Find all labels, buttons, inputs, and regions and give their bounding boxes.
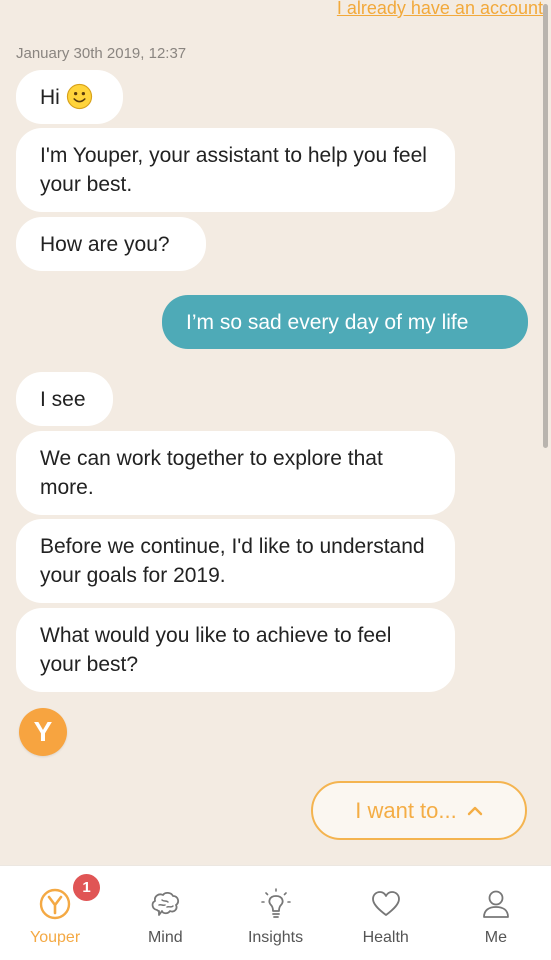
message-text: Hi xyxy=(40,86,60,109)
tab-label: Youper xyxy=(30,929,81,946)
message-text: I see xyxy=(40,388,86,411)
bottom-tab-bar: Youper 1 Mind Insights Health Me xyxy=(0,865,551,960)
notification-badge: 1 xyxy=(73,874,100,901)
tab-label: Me xyxy=(484,929,508,946)
person-icon xyxy=(483,890,509,918)
tab-label: Mind xyxy=(147,929,183,946)
tab-me[interactable]: Me xyxy=(441,866,551,960)
tab-mind[interactable]: Mind xyxy=(110,866,220,960)
chevron-up-icon xyxy=(467,806,482,815)
message-text: What would you like to achieve to feel y… xyxy=(40,624,392,676)
tab-insights[interactable]: Insights xyxy=(220,866,330,960)
tab-health[interactable]: Health xyxy=(331,866,441,960)
lightbulb-icon xyxy=(260,888,291,918)
youper-logo-icon xyxy=(39,888,71,920)
heart-icon xyxy=(371,891,400,916)
chat-timestamp: January 30th 2019, 12:37 xyxy=(16,45,187,62)
message-text: I'm Youper, your assistant to help you f… xyxy=(40,144,427,196)
message-text: How are you? xyxy=(40,233,170,256)
bot-message-bubble: We can work together to explore that mor… xyxy=(16,431,455,515)
smiley-face-icon xyxy=(66,83,92,110)
bot-message-bubble: Before we continue, I'd like to understa… xyxy=(16,519,455,603)
message-text: I’m so sad every day of my life xyxy=(186,311,469,334)
user-message-bubble: I’m so sad every day of my life xyxy=(162,295,528,349)
youper-avatar: Y xyxy=(19,708,67,756)
bot-message-bubble: I see xyxy=(16,372,113,426)
bot-message-bubble: Hi xyxy=(16,70,123,124)
brain-icon xyxy=(151,891,180,916)
bot-message-bubble: I'm Youper, your assistant to help you f… xyxy=(16,128,455,212)
i-want-to-button[interactable]: I want to... xyxy=(311,781,527,840)
tab-label: Health xyxy=(362,929,409,946)
message-text: We can work together to explore that mor… xyxy=(40,447,383,499)
tab-youper[interactable]: Youper 1 xyxy=(0,866,110,960)
i-want-to-label: I want to... xyxy=(355,797,457,823)
bot-message-bubble: How are you? xyxy=(16,217,206,271)
scrollbar[interactable] xyxy=(543,4,548,448)
bot-message-bubble: What would you like to achieve to feel y… xyxy=(16,608,455,692)
avatar-letter: Y xyxy=(33,716,53,747)
tab-label: Insights xyxy=(247,929,304,946)
message-text: Before we continue, I'd like to understa… xyxy=(40,535,425,587)
already-have-account-link[interactable]: I already have an account xyxy=(337,0,543,19)
